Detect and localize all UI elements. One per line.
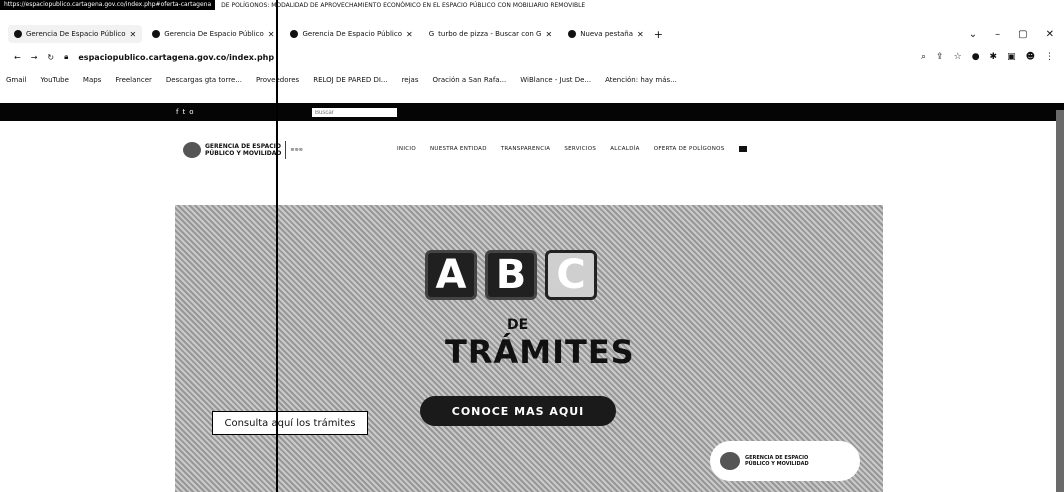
conoce-mas-button[interactable]: CONOCE MAS AQUI	[420, 396, 616, 426]
site-header: GERENCIA DE ESPACIO PÚBLICO Y MOVILIDAD …	[0, 128, 1064, 178]
close-icon[interactable]: ✕	[268, 30, 275, 39]
gear-icon	[290, 30, 299, 38]
badge-emblem	[720, 452, 740, 470]
menu-alcaldia[interactable]: ALCALDÍA	[610, 146, 640, 152]
bookmark-gmail[interactable]: Gmail	[6, 76, 26, 84]
maximize-icon[interactable]: ▢	[1018, 29, 1027, 40]
consulta-tramites-button[interactable]: Consulta aquí los trámites	[212, 411, 368, 435]
forward-icon[interactable]: →	[31, 53, 38, 62]
tab-bar: Gerencia De Espacio Público ✕ Gerencia De…	[0, 22, 1064, 46]
gear-icon	[152, 30, 161, 38]
hero-logo-badge: GERENCIA DE ESPACIO PÚBLICO Y MOVILIDAD	[710, 441, 860, 481]
scan-artifact-line	[276, 0, 278, 492]
site-top-bar: f t o	[0, 103, 1064, 121]
tab-1[interactable]: Gerencia De Espacio Público ✕	[8, 25, 143, 43]
tab-3[interactable]: Gerencia De Espacio Público ✕	[284, 25, 418, 43]
scrollbar[interactable]	[1056, 110, 1064, 492]
address-bar: ← → ↻ 🔒︎ espaciopublico.cartagena.gov.co…	[0, 48, 1064, 66]
abc-title: A B C	[425, 250, 597, 300]
tab-label: Gerencia De Espacio Público	[164, 30, 264, 38]
alcaldia-logo: ≋≋≋	[290, 147, 303, 153]
letter-a: A	[425, 250, 477, 300]
bookmark-youtube[interactable]: YouTube	[40, 76, 68, 84]
bookmark-reloj[interactable]: RELOJ DE PARED DI...	[313, 76, 387, 84]
url-field[interactable]: espaciopublico.cartagena.gov.co/index.ph…	[78, 53, 274, 62]
search-icon[interactable]: ⌕	[921, 52, 926, 62]
reload-icon[interactable]: ↻	[47, 53, 54, 62]
bookmark-rejas[interactable]: rejas	[402, 76, 419, 84]
menu-nuestra-entidad[interactable]: NUESTRA ENTIDAD	[430, 146, 487, 152]
site-search-input[interactable]	[312, 108, 397, 117]
tab-2[interactable]: Gerencia De Espacio Público ✕	[146, 25, 280, 43]
bookmarks-bar: Gmail YouTube Maps Freelancer Descargas …	[0, 72, 1064, 88]
menu-inicio[interactable]: INICIO	[397, 146, 416, 152]
menu-icon[interactable]: ⋮	[1045, 52, 1054, 62]
minimize-icon[interactable]: –	[995, 29, 1000, 40]
chevron-down-icon[interactable]: ⌄	[969, 29, 977, 40]
tab-label: Nueva pestaña	[580, 30, 633, 38]
extension-icon[interactable]: ●	[972, 52, 980, 62]
twitter-icon[interactable]: t	[182, 108, 185, 116]
logo-emblem	[183, 142, 201, 158]
google-icon: G	[428, 30, 435, 38]
menu-transparencia[interactable]: TRANSPARENCIA	[501, 146, 551, 152]
bookmark-descargas[interactable]: Descargas gta torre...	[166, 76, 242, 84]
bookmark-maps[interactable]: Maps	[83, 76, 101, 84]
bookmark-atencion[interactable]: Atención: hay más...	[605, 76, 677, 84]
site-logo[interactable]: GERENCIA DE ESPACIO PÚBLICO Y MOVILIDAD …	[183, 141, 303, 159]
logo-divider	[285, 141, 287, 159]
tab-label: Gerencia De Espacio Público	[26, 30, 126, 38]
toolbar-icons: ⌕ ⇪ ☆ ● ✱ ▣ ☻ ⋮	[921, 52, 1064, 62]
close-icon[interactable]: ✕	[406, 30, 413, 39]
sidebar-icon[interactable]: ▣	[1007, 52, 1016, 62]
tab-label: Gerencia De Espacio Público	[302, 30, 402, 38]
bookmark-oracion[interactable]: Oración a San Rafa...	[433, 76, 507, 84]
status-url: https://espaciopublico.cartagena.gov.co/…	[0, 0, 216, 10]
tab-5[interactable]: Nueva pestaña ✕	[562, 25, 650, 43]
star-icon[interactable]: ☆	[954, 52, 962, 62]
hero-banner: A B C DE TRÁMITES CONOCE MAS AQUI Consul…	[175, 205, 883, 492]
close-window-icon[interactable]: ✕	[1046, 29, 1054, 40]
menu-servicios[interactable]: SERVICIOS	[564, 146, 596, 152]
logo-line1: GERENCIA DE ESPACIO	[205, 143, 281, 150]
tab-4[interactable]: Gturbo de pizza - Buscar con G ✕	[423, 25, 558, 43]
close-icon[interactable]: ✕	[637, 30, 644, 39]
profile-icon[interactable]: ☻	[1026, 52, 1035, 62]
main-menu: INICIO NUESTRA ENTIDAD TRANSPARENCIA SER…	[397, 146, 747, 152]
logo-text: GERENCIA DE ESPACIO PÚBLICO Y MOVILIDAD	[205, 143, 281, 157]
status-url-bar: https://espaciopublico.cartagena.gov.co/…	[0, 0, 585, 10]
menu-oferta-poligonos[interactable]: OFERTA DE POLÍGONOS	[654, 146, 725, 152]
letter-b: B	[485, 250, 537, 300]
letter-c: C	[545, 250, 597, 300]
close-icon[interactable]: ✕	[545, 30, 552, 39]
hero-de: DE	[507, 317, 529, 333]
logo-line2: PÚBLICO Y MOVILIDAD	[205, 150, 282, 157]
new-tab-icon	[568, 30, 577, 38]
bookmark-wiblance[interactable]: WiBlance - Just De...	[520, 76, 591, 84]
badge-line2: PÚBLICO Y MOVILIDAD	[745, 461, 809, 467]
social-icons: f t o	[176, 108, 194, 116]
gear-icon	[14, 30, 22, 38]
puzzle-icon[interactable]: ✱	[990, 52, 998, 62]
hamburger-icon[interactable]	[738, 146, 747, 152]
bookmark-freelancer[interactable]: Freelancer	[115, 76, 152, 84]
window-controls: ⌄ – ▢ ✕	[969, 29, 1064, 40]
facebook-icon[interactable]: f	[176, 108, 178, 116]
lock-icon: 🔒︎	[64, 52, 69, 61]
badge-text: GERENCIA DE ESPACIO PÚBLICO Y MOVILIDAD	[745, 455, 809, 467]
instagram-icon[interactable]: o	[189, 108, 193, 116]
share-icon[interactable]: ⇪	[936, 52, 944, 62]
tab-label: turbo de pizza - Buscar con G	[438, 30, 542, 38]
hero-tramites: TRÁMITES	[445, 333, 635, 371]
close-icon[interactable]: ✕	[130, 30, 137, 39]
new-tab-button[interactable]: +	[654, 28, 663, 41]
back-icon[interactable]: ←	[14, 53, 21, 62]
